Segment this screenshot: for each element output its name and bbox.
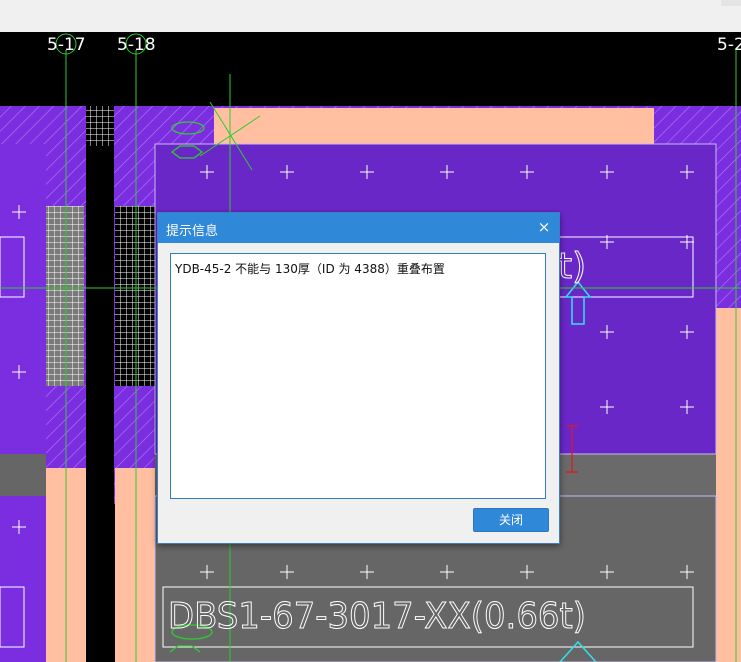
toolbar-strip: [0, 0, 741, 33]
slab-left-top: [0, 144, 46, 454]
gray-slab-left: [0, 454, 46, 496]
slab-left-bottom: [0, 496, 46, 662]
dialog-message-box[interactable]: YDB-45-2 不能与 130厚（ID 为 4388）重叠布置: [170, 253, 546, 499]
column-mesh-right: [115, 206, 155, 386]
slab-label-partial: t): [558, 246, 586, 287]
beam-vertical: [86, 146, 114, 662]
grid-label-5-17: 5-17: [47, 35, 86, 55]
dialog-message: YDB-45-2 不能与 130厚（ID 为 4388）重叠布置: [175, 262, 445, 276]
slab-label: DBS1-67-3017-XX(0.66t): [168, 596, 586, 637]
axis-band: [0, 32, 741, 106]
column-mesh-top: [86, 106, 114, 146]
close-button[interactable]: 关闭: [473, 508, 549, 532]
alert-dialog: 提示信息 × YDB-45-2 不能与 130厚（ID 为 4388）重叠布置 …: [157, 212, 560, 544]
column-mesh-left: [46, 206, 84, 386]
close-icon[interactable]: ×: [533, 216, 555, 238]
grid-label-5-2: 5-2: [717, 35, 741, 55]
toolbar-edge: [721, 0, 741, 6]
dialog-title: 提示信息: [166, 224, 219, 239]
dialog-titlebar[interactable]: 提示信息 ×: [158, 213, 559, 243]
wall-top: [214, 108, 654, 144]
wall-mid-lower: [115, 468, 155, 662]
grid-label-5-18: 5-18: [117, 35, 156, 55]
wall-right: [716, 308, 741, 662]
